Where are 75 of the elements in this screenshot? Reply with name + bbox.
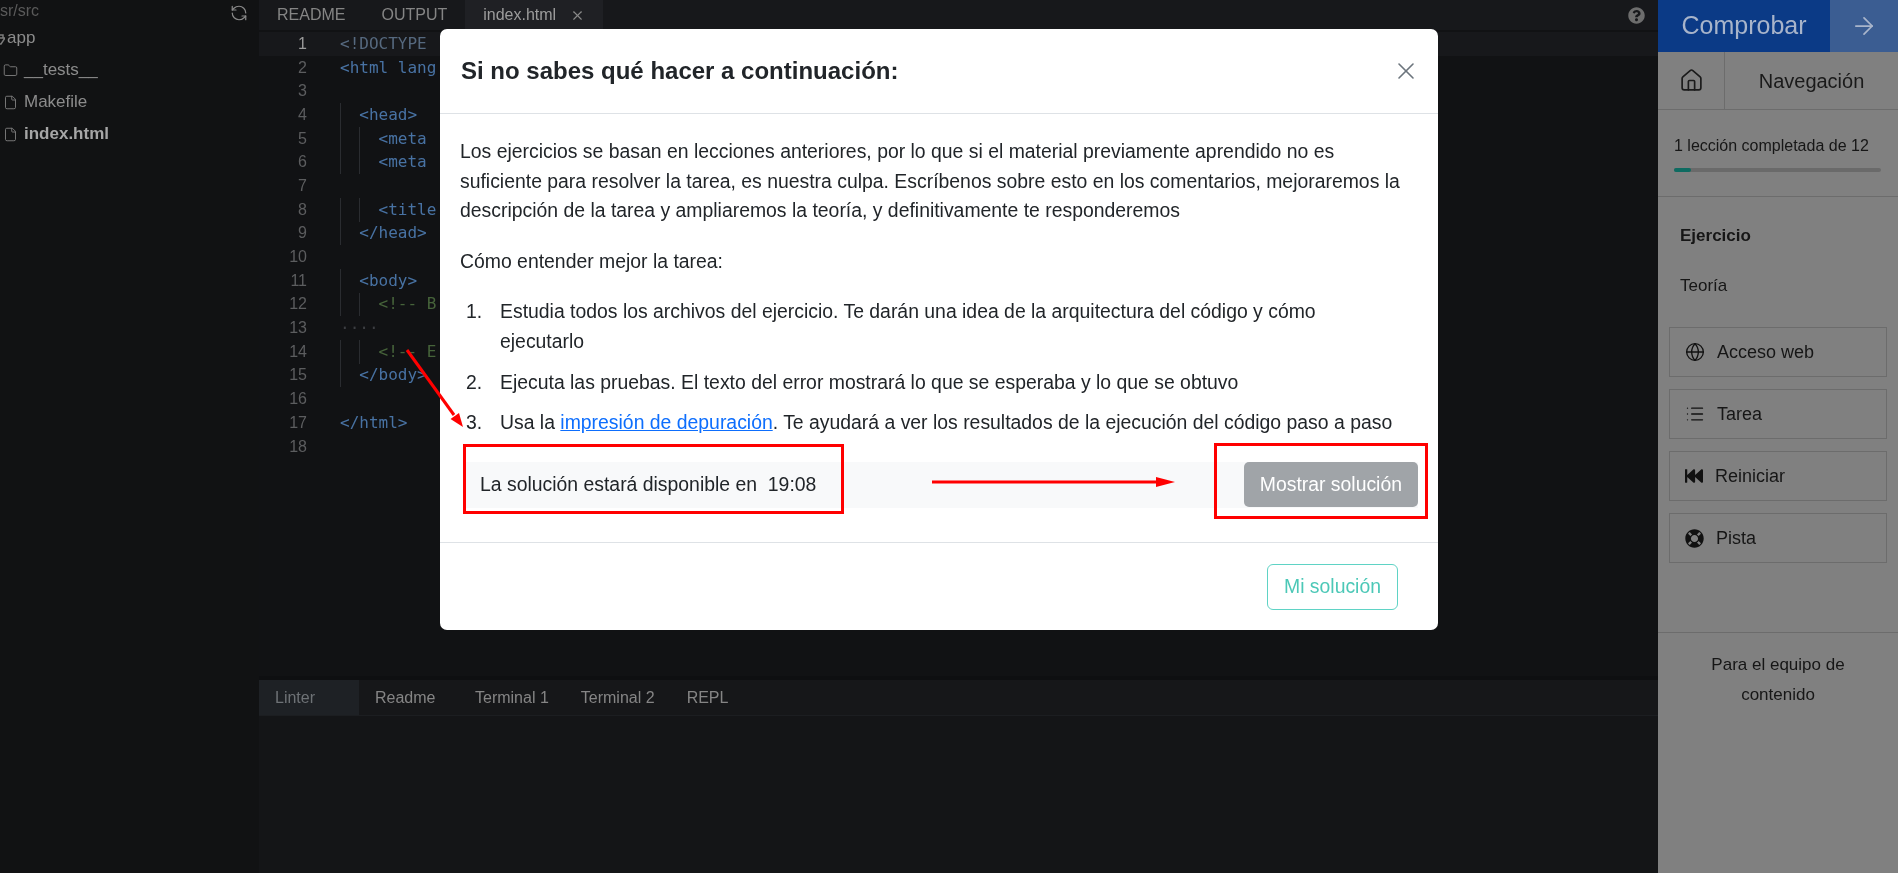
list-number: 2. — [466, 369, 484, 395]
team-link[interactable]: Para el equipo de contenido — [1688, 650, 1868, 710]
section-link[interactable]: Teoría — [1680, 273, 1728, 299]
list-item-text: Usa la impresión de depuración. Te ayudará a ver los resultados de la ejecución del código paso a paso — [500, 410, 1393, 436]
navigation-button[interactable]: Navegación — [1725, 52, 1898, 109]
list-item-text: Ejecuta las pruebas. El texto del error mostrará lo que se esperaba y lo que se obtuvo — [500, 369, 1239, 395]
code-text: <title — [378, 198, 437, 221]
line-number: 3 — [298, 81, 307, 102]
line-number: 12 — [289, 294, 307, 315]
line-number: 7 — [298, 175, 307, 196]
code-text: </head> — [359, 222, 427, 245]
line-number: 4 — [298, 104, 307, 125]
action-button[interactable]: Acceso web — [1669, 327, 1887, 377]
panel-tab[interactable]: REPL — [670, 680, 771, 715]
link[interactable]: impresión de depuración — [560, 411, 773, 434]
line-number: 11 — [290, 270, 307, 291]
code-text: </body> — [359, 364, 427, 387]
code-text: <head> — [359, 103, 418, 126]
folder-path: sr/src — [0, 3, 40, 19]
refresh-icon[interactable] — [230, 4, 248, 22]
action-button[interactable]: Tarea — [1669, 389, 1887, 439]
file-icon — [3, 126, 18, 142]
line-number: 6 — [298, 152, 307, 173]
code-text: </html> — [340, 411, 408, 434]
check-button[interactable]: Comprobar — [1658, 0, 1830, 52]
lifebuoy-icon — [1685, 528, 1704, 548]
editor-tab[interactable]: index.html — [465, 0, 604, 30]
editor-tab[interactable]: README — [259, 0, 364, 30]
list-number: 3. — [466, 410, 484, 436]
line-number: 17 — [289, 412, 307, 433]
panel-tab[interactable]: Terminal 1 — [459, 680, 565, 715]
line-number: 8 — [298, 199, 307, 220]
dialog-title: Si no sabes qué hacer a continuación: — [461, 56, 899, 86]
code-text: <html lang — [340, 56, 437, 79]
line-number: 10 — [289, 247, 307, 268]
line-number: 1 — [298, 33, 307, 54]
folder-item[interactable]: app — [0, 25, 36, 51]
globe-icon — [1685, 342, 1705, 362]
progress-text: 1 lección completada de 12 — [1674, 136, 1870, 156]
list-number: 1. — [466, 299, 484, 325]
editor-tab[interactable]: OUTPUT — [363, 0, 466, 30]
line-number: 14 — [289, 341, 307, 362]
file-item[interactable]: index.html — [3, 121, 109, 147]
file-item[interactable]: Makefile — [3, 89, 88, 115]
line-number: 9 — [298, 223, 307, 244]
panel-tab[interactable]: Terminal 2 — [564, 680, 671, 715]
folder-icon — [3, 62, 18, 78]
folder-icon — [0, 31, 5, 45]
home-icon — [1678, 68, 1704, 93]
panel-tab[interactable]: Linter — [259, 680, 359, 715]
line-number: 18 — [289, 436, 307, 457]
code-text: <!-- B — [378, 293, 437, 316]
help-icon[interactable] — [1628, 6, 1645, 24]
paragraph: Cómo entender mejor la tarea: — [460, 248, 724, 274]
line-number: 13 — [289, 318, 307, 339]
paragraph: Los ejercicios se basan en lecciones anteriores, por lo que si el material previamente aprendido no es suficiente para resolver la tarea, es nuestra culpa. Escríbenos sobre esto en los comentarios, mejoraremos la descripción de la tarea y ampliaremos la teoría, y definitivamente te responderemos — [460, 139, 1401, 224]
action-button[interactable]: Pista — [1669, 513, 1887, 563]
rewind-icon — [1685, 467, 1703, 485]
code-text: <meta — [378, 127, 427, 150]
code-text: <body> — [359, 269, 418, 292]
list-item-text: Estudia todos los archivos del ejercicio. Te darán una idea de la arquitectura del código y cómo ejecutarlo — [500, 299, 1317, 354]
code-text: <!DOCTYPE — [340, 32, 427, 55]
action-button[interactable]: Reiniciar — [1669, 451, 1887, 501]
file-icon — [3, 94, 18, 110]
line-number: 16 — [289, 389, 307, 410]
code-text: <meta — [378, 151, 427, 174]
countdown-text: La solución estará disponible en 19:08 — [480, 471, 817, 497]
code-text: ···· — [340, 317, 379, 340]
line-number: 15 — [289, 365, 307, 386]
section-link[interactable]: Ejercicio — [1680, 223, 1751, 249]
code-text: <!-- E — [378, 340, 437, 363]
line-number: 5 — [298, 128, 307, 149]
folder-item[interactable]: __tests__ — [3, 57, 98, 83]
panel-tab[interactable]: Readme — [359, 680, 459, 715]
line-number: 2 — [298, 57, 307, 78]
